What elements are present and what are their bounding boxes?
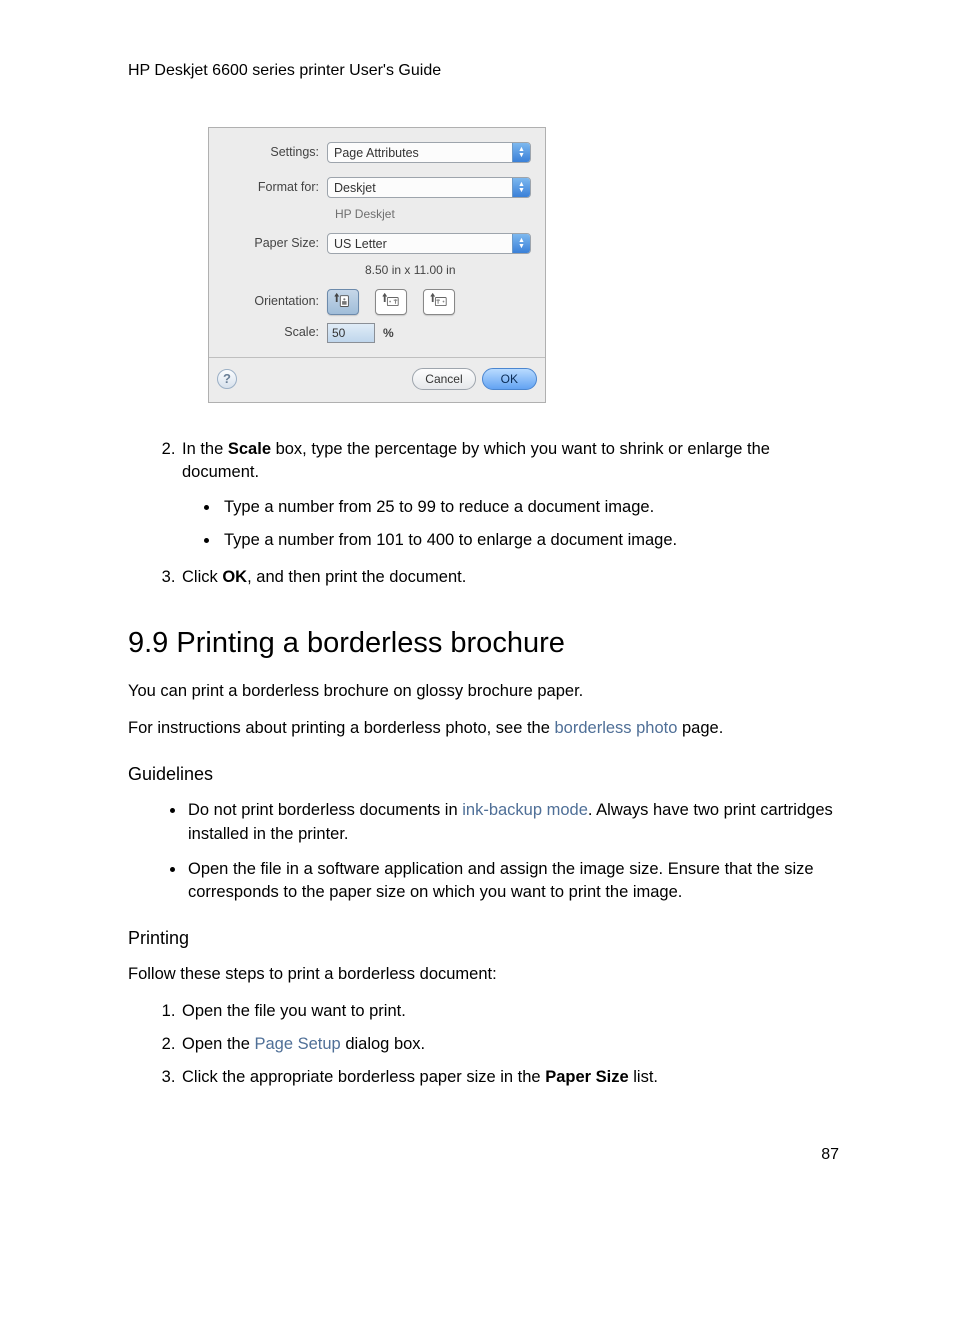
printing-intro: Follow these steps to print a borderless…	[128, 963, 839, 986]
section-paragraph-2: For instructions about printing a border…	[128, 717, 839, 740]
paper-size-bold: Paper Size	[545, 1068, 628, 1086]
paper-size-row: Paper Size: US Letter ▲▼	[223, 233, 531, 254]
orientation-label: Orientation:	[223, 293, 327, 311]
paper-size-combo[interactable]: US Letter ▲▼	[327, 233, 531, 254]
ink-backup-mode-link[interactable]: ink-backup mode	[462, 801, 588, 819]
settings-row: Settings: Page Attributes ▲▼	[223, 142, 531, 163]
combo-arrows-icon: ▲▼	[512, 234, 530, 253]
orientation-landscape-right-button[interactable]	[423, 289, 455, 315]
page-setup-dialog: Settings: Page Attributes ▲▼ Format for:…	[208, 127, 546, 403]
orientation-portrait-button[interactable]	[327, 289, 359, 315]
scale-row: Scale: %	[223, 323, 531, 343]
format-for-value: Deskjet	[328, 178, 512, 197]
combo-arrows-icon: ▲▼	[512, 178, 530, 197]
page-number: 87	[128, 1144, 839, 1166]
section-title-9-9: 9.9 Printing a borderless brochure	[128, 623, 839, 664]
format-for-label: Format for:	[223, 179, 327, 197]
dialog-footer: ? Cancel OK	[213, 358, 541, 402]
guideline-2: Open the file in a software application …	[186, 858, 839, 904]
section-paragraph-1: You can print a borderless brochure on g…	[128, 680, 839, 703]
help-button[interactable]: ?	[217, 369, 237, 389]
format-for-subtext: HP Deskjet	[335, 206, 531, 223]
page-setup-dialog-figure: Settings: Page Attributes ▲▼ Format for:…	[208, 127, 839, 403]
orientation-group	[327, 289, 455, 315]
guidelines-list: Do not print borderless documents in ink…	[128, 799, 839, 903]
step-3: Click OK, and then print the document.	[180, 566, 839, 589]
page-setup-link[interactable]: Page Setup	[254, 1035, 340, 1053]
ok-button[interactable]: OK	[482, 368, 537, 390]
settings-combo[interactable]: Page Attributes ▲▼	[327, 142, 531, 163]
scale-percent-label: %	[383, 325, 394, 342]
step-2-bullet-2: Type a number from 101 to 400 to enlarge…	[220, 529, 839, 552]
steps-list: In the Scale box, type the percentage by…	[128, 438, 839, 589]
portrait-icon	[334, 293, 352, 311]
paper-size-value: US Letter	[328, 234, 512, 253]
settings-label: Settings:	[223, 144, 327, 162]
cancel-label: Cancel	[425, 371, 462, 388]
orientation-landscape-left-button[interactable]	[375, 289, 407, 315]
ok-bold: OK	[222, 568, 247, 586]
paper-size-subtext: 8.50 in x 11.00 in	[335, 262, 531, 279]
scale-bold: Scale	[228, 440, 271, 458]
landscape-left-icon	[382, 293, 400, 311]
step-2: In the Scale box, type the percentage by…	[180, 438, 839, 552]
guideline-1: Do not print borderless documents in ink…	[186, 799, 839, 845]
print-step-2: Open the Page Setup dialog box.	[180, 1033, 839, 1056]
page-header: HP Deskjet 6600 series printer User's Gu…	[128, 60, 839, 82]
help-icon: ?	[223, 370, 231, 388]
print-step-1: Open the file you want to print.	[180, 1000, 839, 1023]
printing-heading: Printing	[128, 926, 839, 951]
step-2-sublist: Type a number from 25 to 99 to reduce a …	[220, 496, 839, 552]
borderless-photo-link[interactable]: borderless photo	[555, 719, 678, 737]
step-2-bullet-1: Type a number from 25 to 99 to reduce a …	[220, 496, 839, 519]
orientation-row: Orientation:	[223, 289, 531, 315]
print-step-3: Click the appropriate borderless paper s…	[180, 1066, 839, 1089]
scale-label: Scale:	[223, 324, 327, 342]
printing-steps: Open the file you want to print. Open th…	[128, 1000, 839, 1089]
guidelines-heading: Guidelines	[128, 762, 839, 787]
format-for-combo[interactable]: Deskjet ▲▼	[327, 177, 531, 198]
format-for-row: Format for: Deskjet ▲▼	[223, 177, 531, 198]
combo-arrows-icon: ▲▼	[512, 143, 530, 162]
ok-label: OK	[501, 371, 518, 388]
cancel-button[interactable]: Cancel	[412, 368, 475, 390]
paper-size-label: Paper Size:	[223, 235, 327, 253]
scale-input[interactable]	[327, 323, 375, 343]
landscape-right-icon	[430, 293, 448, 311]
settings-value: Page Attributes	[328, 143, 512, 162]
